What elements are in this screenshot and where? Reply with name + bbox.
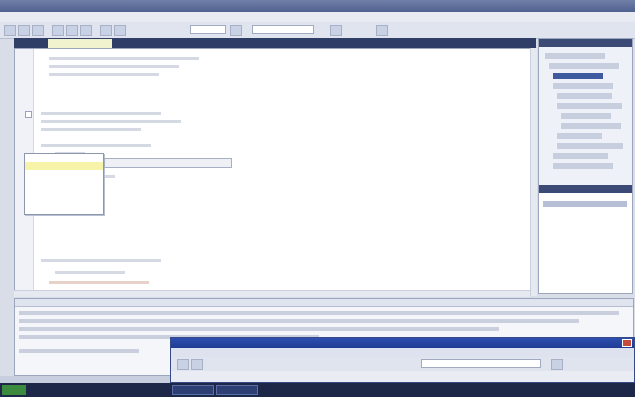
property-row[interactable]	[543, 201, 627, 207]
tree-item[interactable]	[561, 123, 621, 129]
code-line	[41, 144, 151, 147]
intellisense-list[interactable]	[24, 153, 104, 215]
output-line	[19, 319, 579, 323]
find-combo[interactable]	[252, 25, 314, 34]
output-title	[15, 299, 633, 307]
tree-item[interactable]	[545, 53, 605, 59]
properties-header	[539, 185, 632, 193]
output-line	[19, 327, 499, 331]
forward-icon[interactable]	[191, 359, 203, 370]
tree-item[interactable]	[557, 103, 622, 109]
new-file-icon[interactable]	[4, 25, 16, 36]
completion-item[interactable]	[25, 202, 103, 210]
output-line	[19, 349, 139, 353]
toolbar-icon[interactable]	[330, 25, 342, 36]
debug-start-icon[interactable]	[230, 25, 242, 36]
secondary-window-menu[interactable]	[171, 348, 634, 357]
window-titlebar	[0, 0, 635, 12]
tree-item[interactable]	[557, 133, 602, 139]
document-tab-active[interactable]	[48, 39, 112, 48]
completion-item[interactable]	[25, 154, 103, 162]
secondary-window-toolbar	[171, 357, 634, 371]
copy-icon[interactable]	[66, 25, 78, 36]
taskbar-item[interactable]	[216, 385, 258, 395]
tree-item[interactable]	[553, 153, 608, 159]
panel-title	[539, 39, 632, 47]
completion-item[interactable]	[25, 170, 103, 178]
editor-vertical-scrollbar[interactable]	[530, 48, 537, 296]
tree-item-selected[interactable]	[553, 73, 603, 79]
undo-icon[interactable]	[100, 25, 112, 36]
tree-item[interactable]	[561, 113, 611, 119]
tree-item[interactable]	[557, 93, 612, 99]
close-icon[interactable]	[622, 339, 632, 347]
completion-item[interactable]	[25, 178, 103, 186]
editor-horizontal-scrollbar[interactable]	[14, 290, 530, 297]
completion-item[interactable]	[25, 194, 103, 202]
address-field[interactable]	[421, 359, 541, 368]
solution-config-dropdown[interactable]	[190, 25, 226, 34]
tree-item[interactable]	[553, 163, 613, 169]
save-icon[interactable]	[32, 25, 44, 36]
toolbar-icon[interactable]	[376, 25, 388, 36]
open-file-icon[interactable]	[18, 25, 30, 36]
solution-explorer-panel	[538, 38, 633, 294]
taskbar-item[interactable]	[172, 385, 214, 395]
code-line	[49, 65, 179, 68]
tree-item[interactable]	[549, 63, 619, 69]
properties-panel	[539, 193, 632, 293]
collapse-region-icon[interactable]	[25, 111, 32, 118]
paste-icon[interactable]	[80, 25, 92, 36]
code-line	[41, 112, 161, 115]
tree-item[interactable]	[557, 143, 623, 149]
output-line	[19, 311, 619, 315]
back-icon[interactable]	[177, 359, 189, 370]
document-tabstrip	[14, 38, 536, 48]
code-line	[49, 57, 199, 60]
taskbar	[0, 383, 635, 397]
redo-icon[interactable]	[114, 25, 126, 36]
code-line	[55, 271, 125, 274]
secondary-window-title	[171, 338, 634, 348]
completion-item[interactable]	[25, 186, 103, 194]
status-bar	[0, 376, 170, 383]
toolbar	[0, 22, 635, 39]
completion-tooltip	[104, 158, 232, 168]
code-line	[49, 281, 149, 284]
secondary-window	[170, 337, 635, 383]
completion-item-selected[interactable]	[25, 162, 103, 170]
code-line	[41, 259, 161, 262]
go-icon[interactable]	[551, 359, 563, 370]
code-line	[49, 73, 159, 76]
code-line	[41, 120, 181, 123]
start-button[interactable]	[2, 385, 26, 395]
code-line	[41, 128, 141, 131]
tree-item[interactable]	[553, 83, 613, 89]
cut-icon[interactable]	[52, 25, 64, 36]
